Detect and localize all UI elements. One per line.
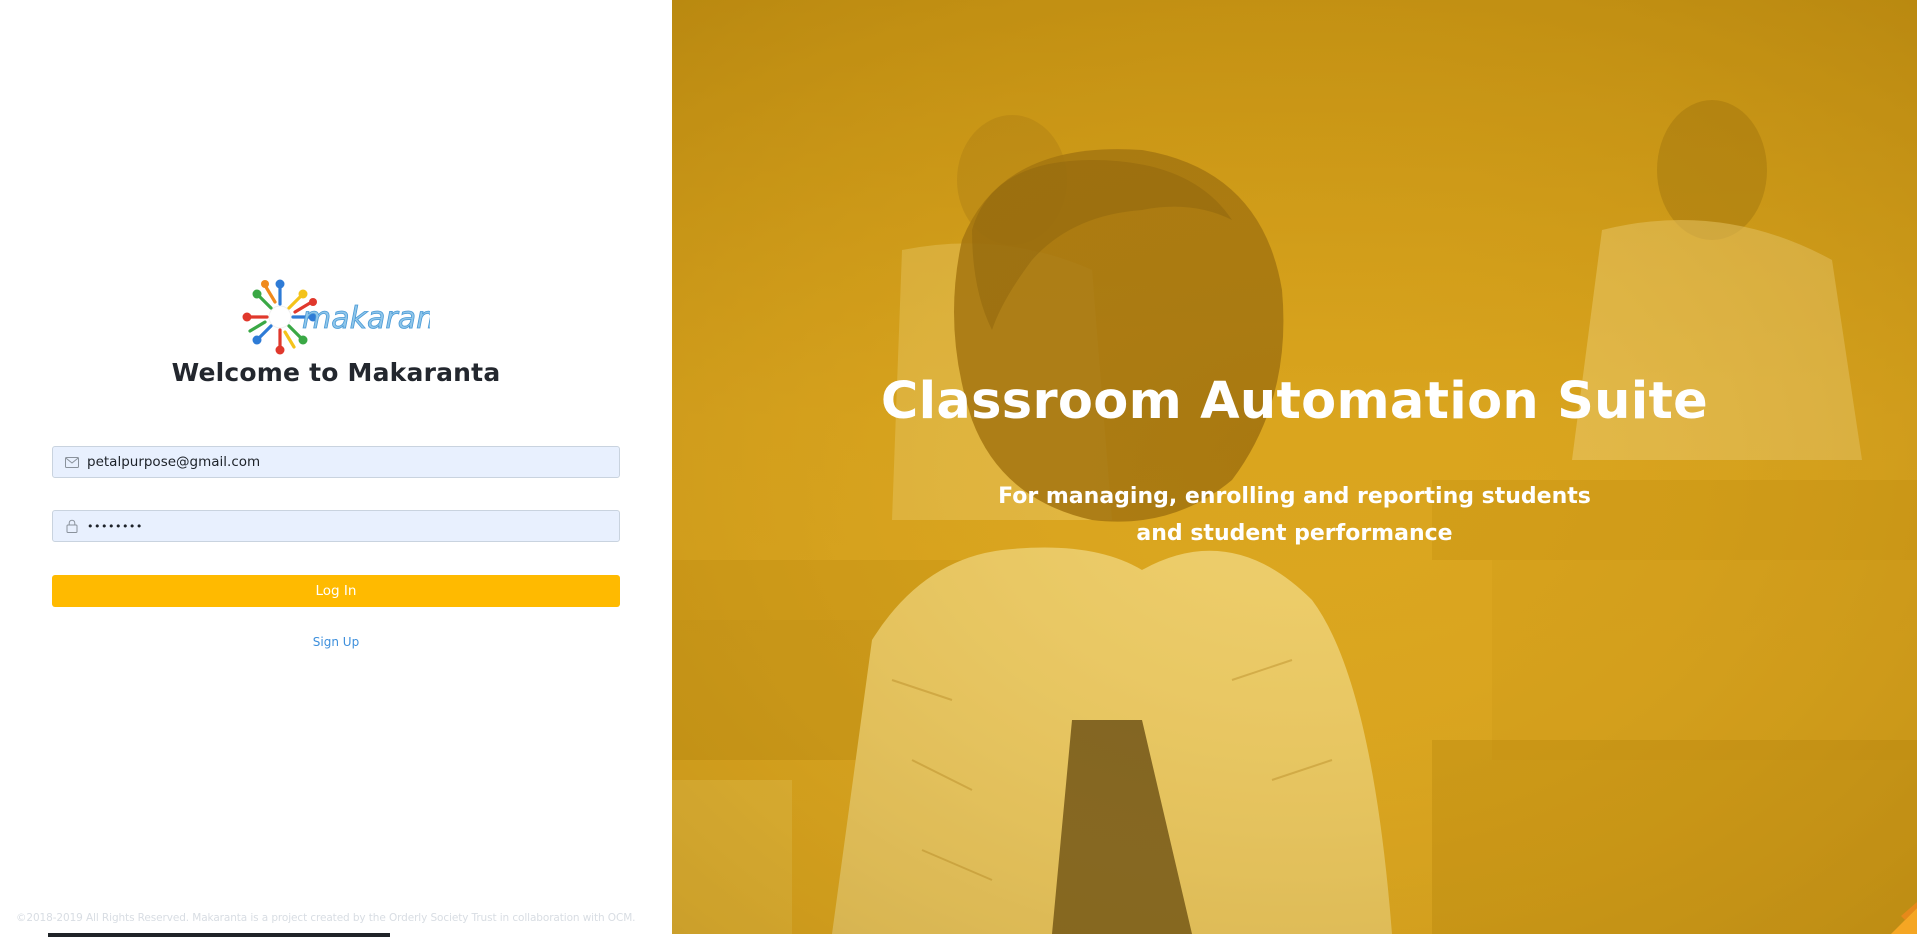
signup-link[interactable]: Sign Up: [0, 635, 672, 649]
password-input[interactable]: [87, 512, 619, 540]
login-button[interactable]: Log In: [52, 575, 620, 607]
hero-subtitle-line2: and student performance: [1136, 521, 1453, 546]
login-panel: makaranta Welcome to Makaranta Log In Si…: [0, 0, 672, 937]
hero-panel: Classroom Automation Suite For managing,…: [672, 0, 1917, 934]
email-field[interactable]: [52, 446, 620, 478]
hero-subtitle: For managing, enrolling and reporting st…: [672, 478, 1917, 552]
hero-subtitle-line1: For managing, enrolling and reporting st…: [998, 484, 1591, 509]
password-field[interactable]: [52, 510, 620, 542]
mail-icon: [57, 447, 87, 477]
hero-title: Classroom Automation Suite: [880, 372, 1709, 431]
classroom-photo: [672, 0, 1917, 934]
logo-wordmark: makaranta: [302, 301, 430, 336]
welcome-title: Welcome to Makaranta: [171, 358, 501, 387]
email-input[interactable]: [87, 448, 619, 476]
makaranta-logo: makaranta: [242, 276, 430, 358]
copyright-footer: ©2018-2019 All Rights Reserved. Makarant…: [16, 912, 636, 924]
lock-icon: [57, 511, 87, 541]
pencil-icon: [1891, 902, 1917, 934]
bottom-bar: [48, 933, 390, 937]
